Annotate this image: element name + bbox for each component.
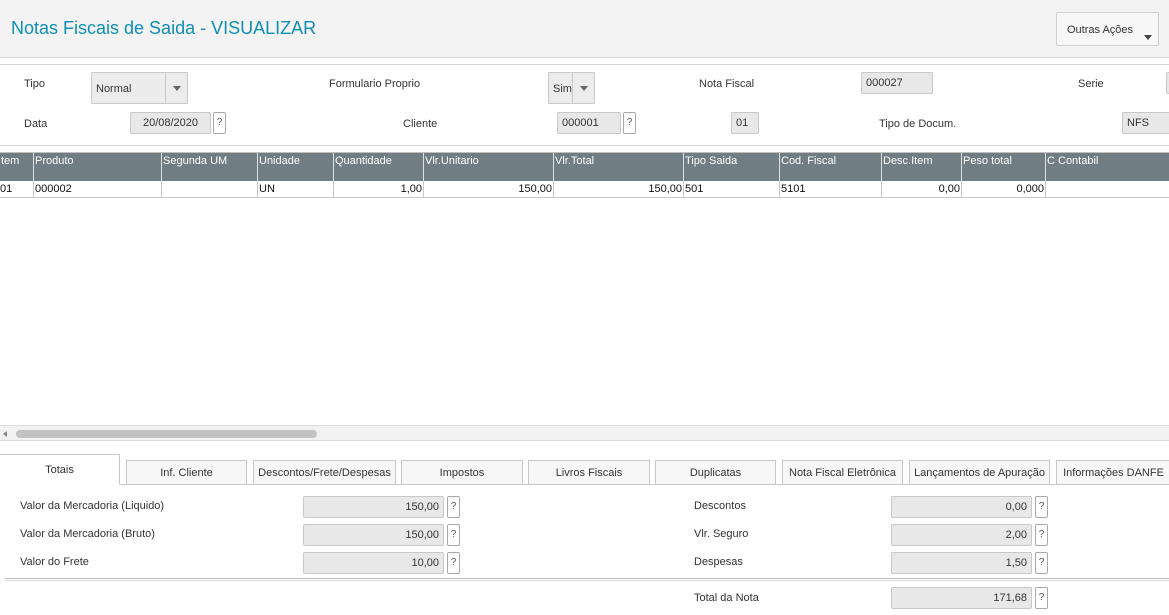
cliente-field[interactable]: 000001 <box>557 112 621 134</box>
cell-produto[interactable]: 000002 <box>33 181 161 198</box>
frete-help-button[interactable]: ? <box>447 552 460 574</box>
despesas-label: Despesas <box>694 556 743 568</box>
merc-liquido-field[interactable]: 150,00 <box>303 496 444 518</box>
merc-bruto-field[interactable]: 150,00 <box>303 524 444 546</box>
col-quantidade[interactable]: Quantidade <box>333 153 423 181</box>
col-vlr-total[interactable]: Vlr.Total <box>553 153 683 181</box>
cell-quantidade[interactable]: 1,00 <box>333 181 423 198</box>
cell-item[interactable]: 01 <box>0 181 33 198</box>
descontos-label: Descontos <box>694 500 746 512</box>
cliente-label: Cliente <box>403 118 438 130</box>
scrollbar-thumb[interactable] <box>16 430 317 438</box>
col-produto[interactable]: Produto <box>33 153 161 181</box>
col-unidade[interactable]: Unidade <box>257 153 333 181</box>
nota-fiscal-label: Nota Fiscal <box>699 78 755 90</box>
chevron-down-icon <box>1144 35 1152 40</box>
col-tipo-saida[interactable]: Tipo Saida <box>683 153 779 181</box>
cell-segunda-um[interactable] <box>161 181 257 198</box>
frete-label: Valor do Frete <box>20 556 89 568</box>
items-grid: tem Produto Segunda UM Unidade Quantidad… <box>0 152 1169 425</box>
formulario-select[interactable]: Sim <box>548 72 595 104</box>
page-header: Notas Fiscais de Saida - VISUALIZAR Outr… <box>0 0 1169 58</box>
frete-field[interactable]: 10,00 <box>303 552 444 574</box>
merc-bruto-help-button[interactable]: ? <box>447 524 460 546</box>
col-peso-total[interactable]: Peso total <box>961 153 1045 181</box>
tipo-docum-field[interactable]: NFS <box>1122 112 1169 134</box>
tab-impostos[interactable]: Impostos <box>401 460 523 485</box>
tab-nfe[interactable]: Nota Fiscal Eletrônica <box>782 460 903 485</box>
tab-lancamentos[interactable]: Lançamentos de Apuração <box>909 460 1050 485</box>
col-c-contabil[interactable]: C Contabil <box>1045 153 1169 181</box>
divider <box>0 145 1169 146</box>
cell-vlr-total[interactable]: 150,00 <box>553 181 683 198</box>
merc-liquido-label: Valor da Mercadoria (Liquido) <box>20 500 165 512</box>
tab-inf-cliente[interactable]: Inf. Cliente <box>126 460 247 485</box>
grid-header: tem Produto Segunda UM Unidade Quantidad… <box>0 153 1169 181</box>
tab-livros-fiscais[interactable]: Livros Fiscais <box>528 460 650 485</box>
cell-vlr-unitario[interactable]: 150,00 <box>423 181 553 198</box>
descontos-help-button[interactable]: ? <box>1035 496 1048 518</box>
cell-c-contabil[interactable] <box>1045 181 1169 198</box>
loja-field[interactable]: 01 <box>731 112 759 134</box>
tab-informacoes-danfe[interactable]: Informações DANFE <box>1056 460 1169 485</box>
cell-peso-total[interactable]: 0,000 <box>961 181 1045 198</box>
despesas-field[interactable]: 1,50 <box>891 552 1032 574</box>
serie-label: Serie <box>1078 78 1104 90</box>
dropdown-arrow-icon <box>165 73 187 103</box>
cell-desc-item[interactable]: 0,00 <box>881 181 961 198</box>
page-title: Notas Fiscais de Saida - VISUALIZAR <box>11 18 317 38</box>
horizontal-scrollbar[interactable] <box>0 425 1169 441</box>
cell-tipo-saida[interactable]: 501 <box>683 181 779 198</box>
formulario-value: Sim <box>553 83 572 95</box>
tipo-label: Tipo <box>24 78 45 90</box>
data-help-button[interactable]: ? <box>213 112 226 134</box>
cliente-help-button[interactable]: ? <box>623 112 636 134</box>
col-cod-fiscal[interactable]: Cod. Fiscal <box>779 153 881 181</box>
divider <box>0 64 1169 65</box>
total-nota-label: Total da Nota <box>694 592 759 604</box>
data-label: Data <box>24 118 48 130</box>
col-vlr-unitario[interactable]: Vlr.Unitario <box>423 153 553 181</box>
dropdown-arrow-icon <box>572 73 594 103</box>
tab-totais[interactable]: Totais <box>0 454 120 485</box>
outras-acoes-button[interactable]: Outras Ações <box>1056 12 1159 46</box>
seguro-help-button[interactable]: ? <box>1035 524 1048 546</box>
tipo-value: Normal <box>96 83 132 95</box>
cell-cod-fiscal[interactable]: 5101 <box>779 181 881 198</box>
total-nota-field[interactable]: 171,68 <box>891 587 1032 609</box>
tab-descontos[interactable]: Descontos/Frete/Despesas <box>253 460 396 485</box>
scroll-left-icon[interactable] <box>3 431 7 437</box>
total-separator <box>5 578 1169 581</box>
tipo-select[interactable]: Normal <box>91 72 188 104</box>
table-row[interactable]: 01 000002 UN 1,00 150,00 150,00 501 5101… <box>0 181 1169 198</box>
data-field[interactable]: 20/08/2020 <box>130 112 211 134</box>
col-item[interactable]: tem <box>0 153 33 181</box>
col-segunda-um[interactable]: Segunda UM <box>161 153 257 181</box>
merc-liquido-help-button[interactable]: ? <box>447 496 460 518</box>
nota-fiscal-field[interactable]: 000027 <box>861 72 933 94</box>
merc-bruto-label: Valor da Mercadoria (Bruto) <box>20 528 155 540</box>
descontos-field[interactable]: 0,00 <box>891 496 1032 518</box>
seguro-field[interactable]: 2,00 <box>891 524 1032 546</box>
cell-unidade[interactable]: UN <box>257 181 333 198</box>
tab-duplicatas[interactable]: Duplicatas <box>655 460 776 485</box>
despesas-help-button[interactable]: ? <box>1035 552 1048 574</box>
formulario-label: Formulario Proprio <box>329 78 421 90</box>
total-nota-help-button[interactable]: ? <box>1035 587 1048 609</box>
col-desc-item[interactable]: Desc.Item <box>881 153 961 181</box>
tipo-docum-label: Tipo de Docum. <box>879 118 957 130</box>
outras-acoes-label: Outras Ações <box>1067 24 1134 36</box>
seguro-label: Vlr. Seguro <box>694 528 749 540</box>
